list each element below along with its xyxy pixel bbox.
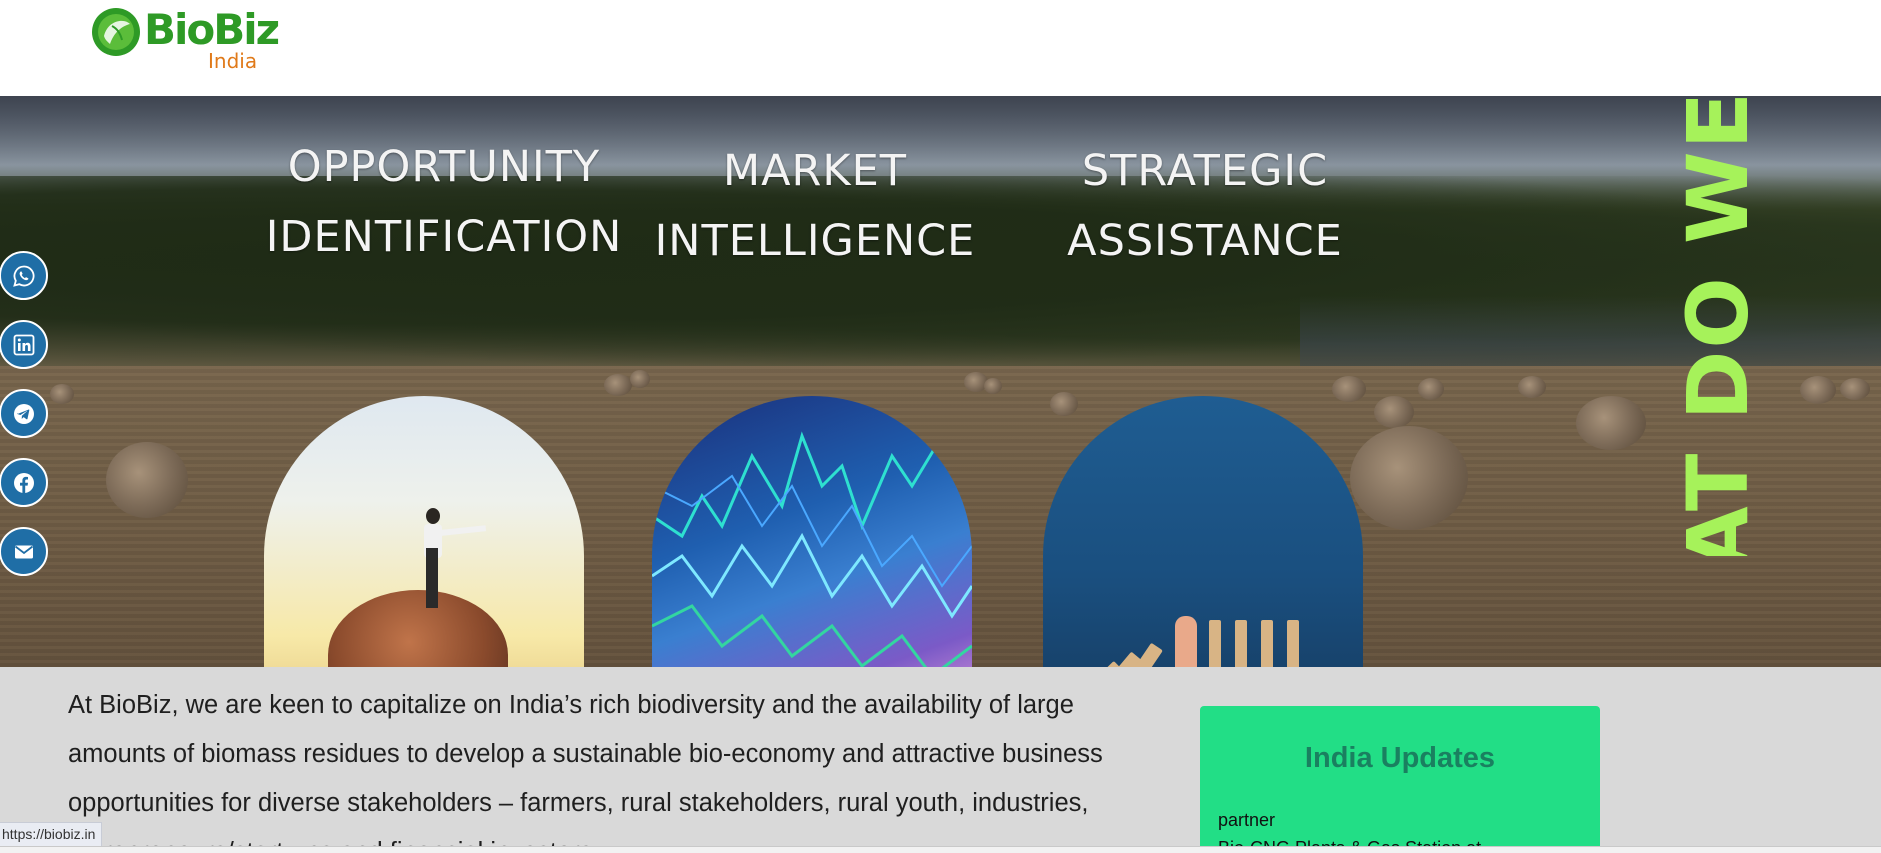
whatsapp-button[interactable] xyxy=(0,251,48,300)
linkedin-button[interactable] xyxy=(0,320,48,369)
updates-item[interactable]: partner xyxy=(1218,810,1275,831)
intro-paragraph: At BioBiz, we are keen to capitalize on … xyxy=(68,691,1103,853)
telegram-icon xyxy=(13,403,34,424)
status-bar-url: https://biobiz.in xyxy=(0,822,103,846)
window-bottom-edge xyxy=(0,846,1881,853)
facebook-icon xyxy=(13,472,34,493)
whatsapp-icon xyxy=(12,265,34,287)
telegram-button[interactable] xyxy=(0,389,48,438)
email-icon xyxy=(14,545,33,558)
what-do-we-do-heading: WHAT DO WE DO xyxy=(1669,96,1767,556)
service-title-market: MARKET INTELLIGENCE xyxy=(654,146,976,266)
service-title-strategic: STRATEGIC ASSISTANCE xyxy=(1067,146,1343,266)
linkedin-icon xyxy=(13,334,34,355)
email-button[interactable] xyxy=(0,527,48,576)
logo-subtitle: India xyxy=(208,49,258,73)
hero-banner: OPPORTUNITY IDENTIFICATION MARKET INTELL… xyxy=(0,96,1881,667)
site-header: BioBiz India xyxy=(0,0,1881,96)
biobiz-logo[interactable]: BioBiz India xyxy=(90,4,280,72)
social-share-bar xyxy=(0,251,50,596)
intro-section: At BioBiz, we are keen to capitalize on … xyxy=(0,667,1881,853)
facebook-button[interactable] xyxy=(0,458,48,507)
service-title-opportunity: OPPORTUNITY IDENTIFICATION xyxy=(265,142,623,262)
updates-title: India Updates xyxy=(1304,742,1496,774)
leaf-globe-icon xyxy=(92,8,140,56)
india-updates-panel: India Updates partner Bio-CNG Plants & G… xyxy=(1200,706,1600,853)
